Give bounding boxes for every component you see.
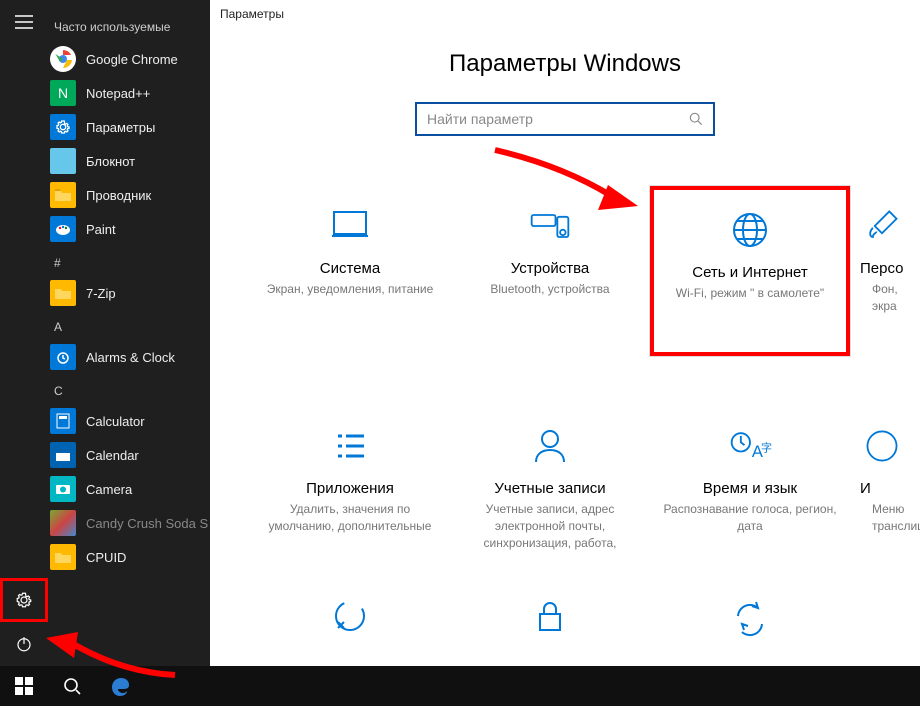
app-label: Calculator [86, 414, 145, 429]
app-notepad[interactable]: Блокнот [48, 144, 210, 178]
most-used-header: Часто используемые [48, 12, 210, 42]
app-camera[interactable]: Camera [48, 472, 210, 506]
app-alarms[interactable]: Alarms & Clock [48, 340, 210, 374]
app-label: Google Chrome [86, 52, 178, 67]
app-settings[interactable]: Параметры [48, 110, 210, 144]
settings-body: Параметры Windows Найти параметр Система… [210, 30, 920, 656]
app-paint[interactable]: Paint [48, 212, 210, 246]
tile-sub: Экран, уведомления, питание [255, 281, 446, 298]
start-menu: Часто используемые Google Chrome N Notep… [0, 0, 210, 666]
page-title: Параметры Windows [210, 50, 920, 78]
tile-sub: Wi-Fi, режим " в самолете" [664, 285, 836, 302]
app-calendar[interactable]: Calendar [48, 438, 210, 472]
app-label: Camera [86, 482, 132, 497]
tile-sub: Удалить, значения по умолчанию, дополнит… [250, 501, 450, 535]
tile-title: Устройства [511, 260, 589, 277]
tile-update[interactable] [650, 576, 850, 656]
tile-system[interactable]: Система Экран, уведомления, питание [250, 186, 450, 356]
time-language-icon: A字 [728, 424, 772, 468]
ease-icon [328, 594, 372, 638]
settings-tiles-row3 [210, 576, 920, 656]
tile-accounts[interactable]: Учетные записи Учетные записи, адрес эле… [450, 406, 650, 576]
svg-text:字: 字 [761, 441, 772, 455]
settings-tiles-row1: Система Экран, уведомления, питание Устр… [210, 186, 920, 356]
app-label: Проводник [86, 188, 151, 203]
app-notepadpp[interactable]: N Notepad++ [48, 76, 210, 110]
tile-title: Система [320, 260, 380, 277]
tile-title: И [860, 480, 871, 497]
tile-title: Учетные записи [494, 480, 605, 497]
settings-window: Параметры Параметры Windows Найти параме… [210, 0, 920, 666]
app-label: Параметры [86, 120, 155, 135]
tile-title: Приложения [306, 480, 394, 497]
group-c-header[interactable]: C [48, 374, 210, 404]
search-placeholder: Найти параметр [427, 111, 533, 127]
tile-title: Персо [860, 260, 903, 277]
start-button[interactable] [0, 666, 48, 706]
search-input[interactable]: Найти параметр [415, 102, 715, 136]
gaming-icon [860, 424, 904, 468]
tile-ease[interactable] [250, 576, 450, 656]
tile-gaming[interactable]: И Меню транслиц [850, 406, 920, 576]
devices-icon [528, 204, 572, 248]
app-label: Candy Crush Soda S [86, 516, 208, 531]
list-icon [328, 424, 372, 468]
app-label: 7-Zip [86, 286, 116, 301]
app-label: Calendar [86, 448, 139, 463]
tile-network[interactable]: Сеть и Интернет Wi-Fi, режим " в самолет… [650, 186, 850, 356]
group-hash-header[interactable]: # [48, 246, 210, 276]
settings-tiles-row2: Приложения Удалить, значения по умолчани… [210, 406, 920, 576]
edge-icon[interactable] [96, 666, 144, 706]
cortana-search-icon[interactable] [48, 666, 96, 706]
person-icon [528, 424, 572, 468]
tile-sub: Учетные записи, адрес электронной почты,… [450, 501, 650, 551]
tile-time-language[interactable]: A字 Время и язык Распознавание голоса, ре… [650, 406, 850, 576]
brush-icon [860, 204, 904, 248]
hamburger-icon[interactable] [0, 0, 48, 44]
tile-sub: Фон, экра [860, 281, 920, 315]
tile-sub: Распознавание голоса, регион, дата [650, 501, 850, 535]
tile-privacy[interactable] [450, 576, 650, 656]
app-explorer[interactable]: Проводник [48, 178, 210, 212]
start-menu-list: Часто используемые Google Chrome N Notep… [48, 0, 210, 666]
app-calculator[interactable]: Calculator [48, 404, 210, 438]
app-candycrush[interactable]: Candy Crush Soda S [48, 506, 210, 540]
tile-apps[interactable]: Приложения Удалить, значения по умолчани… [250, 406, 450, 576]
window-title: Параметры [210, 0, 920, 30]
app-cpuid[interactable]: CPUID [48, 540, 210, 574]
update-icon [728, 594, 772, 638]
app-label: Paint [86, 222, 116, 237]
monitor-icon [328, 204, 372, 248]
tile-devices[interactable]: Устройства Bluetooth, устройства [450, 186, 650, 356]
start-menu-rail [0, 0, 48, 666]
tile-sub: Bluetooth, устройства [478, 281, 621, 298]
tile-title: Сеть и Интернет [692, 264, 808, 281]
power-icon[interactable] [0, 622, 48, 666]
group-a-header[interactable]: A [48, 310, 210, 340]
app-7zip[interactable]: 7-Zip [48, 276, 210, 310]
search-icon [689, 112, 703, 126]
taskbar [0, 666, 920, 706]
tile-sub: Меню транслиц [860, 501, 920, 535]
settings-icon[interactable] [0, 578, 48, 622]
app-label: Alarms & Clock [86, 350, 175, 365]
app-google-chrome[interactable]: Google Chrome [48, 42, 210, 76]
app-label: Блокнот [86, 154, 135, 169]
globe-icon [728, 208, 772, 252]
app-label: CPUID [86, 550, 126, 565]
tile-title: Время и язык [703, 480, 797, 497]
app-label: Notepad++ [86, 86, 150, 101]
tile-personalization[interactable]: Персо Фон, экра [850, 186, 920, 356]
lock-icon [528, 594, 572, 638]
